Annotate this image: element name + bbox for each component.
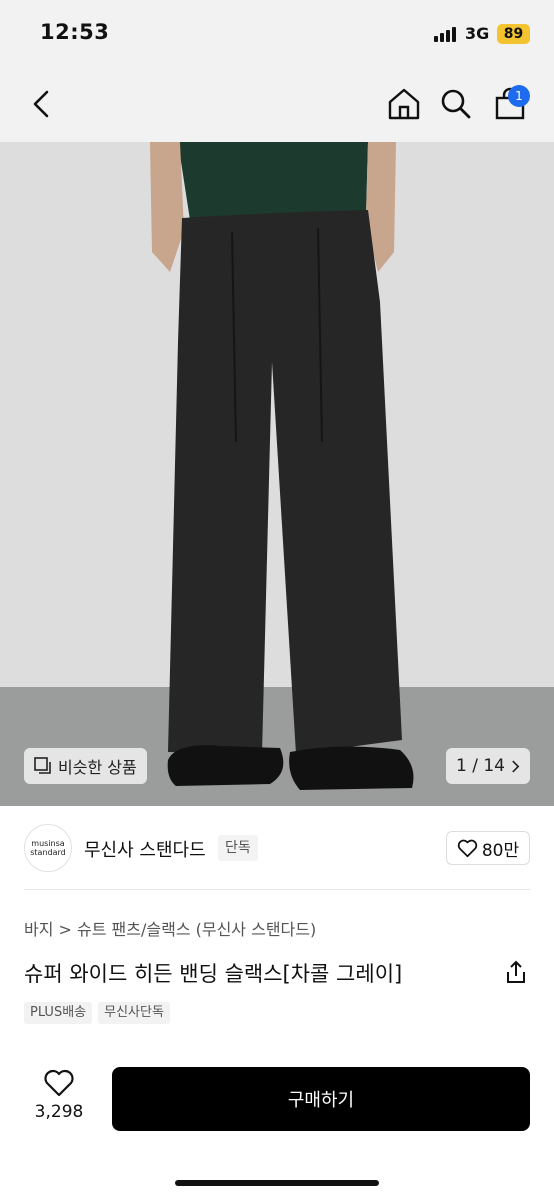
chevron-left-icon: [33, 90, 49, 118]
heart-icon: [44, 1069, 74, 1097]
similar-items-icon: [34, 757, 52, 775]
breadcrumb[interactable]: 바지 > 슈트 팬츠/슬랙스 (무신사 스탠다드): [24, 916, 316, 940]
buy-button[interactable]: 구매하기: [112, 1067, 530, 1131]
product-image[interactable]: [0, 142, 554, 806]
brand-logo-line2: standard: [30, 848, 66, 857]
back-button[interactable]: [22, 84, 62, 124]
search-icon: [441, 89, 471, 119]
brand-logo[interactable]: musinsa standard: [24, 824, 72, 872]
brand-like-count: 80만: [481, 840, 520, 861]
home-icon: [388, 88, 420, 120]
brand-logo-line1: musinsa: [31, 839, 65, 848]
nav-bar: [0, 66, 554, 142]
share-icon: [507, 960, 525, 983]
wishlist-button[interactable]: 3,298: [28, 1068, 90, 1130]
search-button[interactable]: [436, 84, 476, 124]
divider: [24, 889, 530, 890]
product-tags: PLUS배송 무신사단독: [24, 1002, 170, 1024]
product-title: 슈퍼 와이드 히든 밴딩 슬랙스[차콜 그레이]: [24, 962, 403, 986]
battery-icon: 89: [497, 24, 530, 44]
cart-count-badge: 1: [508, 85, 530, 107]
tag-plus-delivery: PLUS배송: [24, 1002, 93, 1024]
share-button[interactable]: [502, 958, 530, 986]
home-button[interactable]: [384, 84, 424, 124]
similar-products-label: 비슷한 상품: [58, 758, 137, 777]
brand-like-button[interactable]: 80만: [446, 831, 530, 865]
heart-icon: [457, 839, 478, 857]
brand-name[interactable]: 무신사 스탠다드: [84, 836, 206, 862]
page-counter-text: 1 / 14: [456, 756, 505, 776]
status-bar: 12:53 3G 89: [0, 0, 554, 66]
tag-musinsa-exclusive: 무신사단독: [98, 1002, 170, 1024]
product-photo: [0, 142, 554, 806]
network-type: 3G: [465, 24, 490, 43]
wishlist-count: 3,298: [34, 1102, 84, 1122]
home-indicator: [175, 1180, 379, 1186]
signal-icon: [434, 26, 456, 42]
similar-products-button[interactable]: 비슷한 상품: [24, 748, 147, 784]
status-time: 12:53: [40, 20, 110, 44]
image-page-counter[interactable]: 1 / 14: [446, 748, 530, 784]
chevron-right-icon: [512, 760, 520, 772]
brand-exclusive-tag: 단독: [218, 835, 258, 861]
